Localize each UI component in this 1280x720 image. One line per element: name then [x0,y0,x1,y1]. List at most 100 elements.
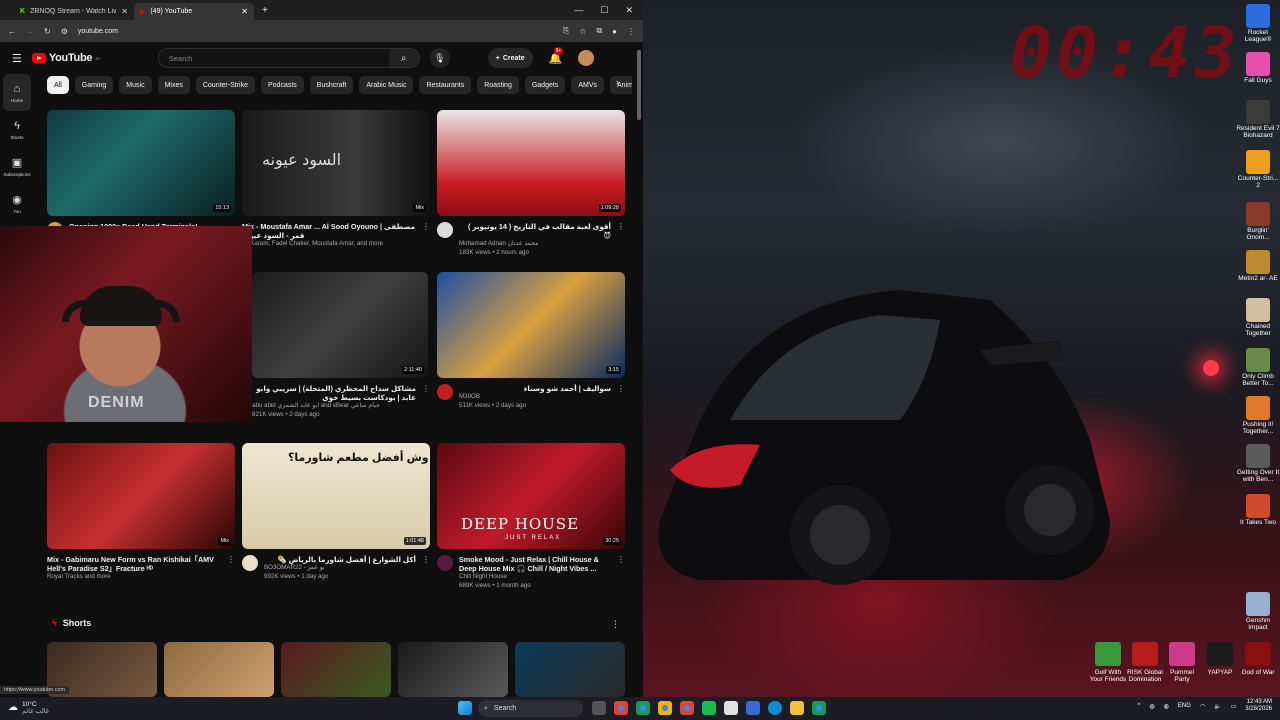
maximize-icon[interactable]: ☐ [600,5,608,16]
back-icon[interactable]: ← [8,27,16,36]
close-window-icon[interactable]: ✕ [625,5,633,16]
chip-mixes[interactable]: Mixes [157,76,190,94]
close-tab-icon[interactable]: ✕ [241,7,248,16]
chip-music[interactable]: Music [119,76,152,94]
video-thumbnail[interactable]: وش أفضل مطعم شاورما؟ 1:01:48 [242,443,430,549]
channel-avatar[interactable] [437,555,453,571]
desktop-icon-resident-evil[interactable]: Resident Evil 7 Biohazard [1236,100,1280,140]
close-tab-icon[interactable]: ✕ [121,7,128,16]
forward-icon[interactable]: → [26,27,34,36]
video-thumbnail[interactable]: 1:09:28 [437,110,625,216]
video-thumbnail[interactable]: Mix [47,443,235,549]
new-tab-icon[interactable]: + [262,5,268,16]
video-channel[interactable]: Mohamad Adnan محمد عدنان [459,240,611,249]
video-card[interactable]: وش أفضل مطعم شاورما؟ 1:01:48 أكل الشوارع … [242,443,430,581]
browser-tab-youtube[interactable]: ▶ (49) YouTube ✕ [134,3,254,20]
file-explorer-icon[interactable] [790,701,804,715]
video-thumbnail[interactable]: 3:15 [437,272,625,378]
desktop-icon-pushing-it[interactable]: Pushing it! Together... [1236,396,1280,436]
start-button-icon[interactable] [458,701,472,715]
youtube-logo[interactable]: YouTube JO [31,52,100,64]
chip-gaming[interactable]: Gaming [74,76,114,94]
video-card[interactable]: 15:13 Opening 1000x Dead Hand Terminals! [47,110,235,238]
video-thumbnail[interactable]: DEEP HOUSE JUST RELAX 30:25 [437,443,625,549]
sidebar-item-subscriptions[interactable]: ▣ Subscriptions [0,148,34,185]
app-taskbar-icon[interactable] [702,701,716,715]
video-title[interactable]: مشاكل سداح المحظري (المتحلة) | سريبي واب… [252,384,416,402]
volume-icon[interactable]: 🔈 [1214,703,1221,710]
video-card[interactable]: DEEP HOUSE JUST RELAX 30:25 Smoke Mood - J… [437,443,625,590]
chip-gadgets[interactable]: Gadgets [524,76,566,94]
desktop-icon-risk[interactable]: RISK Global Domination [1125,642,1165,683]
video-title[interactable]: Mix - Gabimaru New Form vs Ran Kishikai「… [47,555,221,573]
tray-chevron-icon[interactable]: ^ [1138,703,1141,709]
desktop-icon-rocket-league[interactable]: Rocket League® [1236,4,1280,44]
reload-icon[interactable]: ↻ [44,27,51,36]
weather-widget[interactable]: ☁ 10°C غالب غائم [0,701,200,716]
video-card[interactable]: 2:11:40 مشاكل سداح المحظري (المتحلة) | س… [252,272,430,419]
browser-tab-zrnoq[interactable]: K ZRNOQ Stream - Watch Live o ✕ [14,3,134,20]
wifi-icon[interactable]: ◠ [1200,703,1205,710]
search-icon[interactable]: ⌕ [388,49,419,67]
desktop-icon-fall-guys[interactable]: Fall Guys [1236,52,1280,85]
chip-podcasts[interactable]: Podcasts [261,76,304,94]
video-title[interactable]: أكل الشوارع | أفضل شاورما بالرياض 🌯 [264,555,416,564]
language-indicator[interactable]: ENG [1178,703,1191,709]
chrome-taskbar-icon[interactable] [636,701,650,715]
task-view-icon[interactable] [592,701,606,715]
sidebar-item-shorts[interactable]: ϟ Shorts [0,111,34,148]
chip-arabic-music[interactable]: Arabic Music [359,76,414,94]
hamburger-menu-icon[interactable]: ☰ [12,52,22,65]
video-channel[interactable]: Royal Tracks and more [47,573,221,582]
notifications-bell-icon[interactable]: 🔔 9+ [549,46,564,65]
video-thumbnail[interactable]: 2:11:40 [252,272,428,378]
shorts-more-options-icon[interactable]: ⋮ [611,619,620,630]
bookmark-star-icon[interactable]: ☆ [579,27,586,36]
video-thumbnail[interactable]: السود عيونه Mix [242,110,430,216]
desktop-icon-burglin-gnomes[interactable]: Burglin' Gnom... [1236,202,1280,242]
video-title[interactable]: Mix - Moustafa Amar ... Al Sood Oyouno |… [242,222,416,240]
site-info-icon[interactable]: ⚙ [61,27,68,36]
video-card[interactable]: 3:15 سواليف | أحمد شو وسناء M39OB 511K vie… [437,272,625,410]
video-channel[interactable]: abu abid ابو عابد الشمري and xBear جبام … [252,402,416,411]
more-options-icon[interactable]: ⋮ [617,555,625,590]
video-title[interactable]: سواليف | أحمد شو وسناء [459,384,611,393]
tray-app-icon[interactable]: ◍ [1149,703,1154,710]
chip-counter-strike[interactable]: Counter-Strike [195,76,255,94]
desktop-icon-genshin-impact[interactable]: Genshin Impact [1236,592,1280,632]
desktop-icon-god-of-war[interactable]: God of War [1238,642,1278,676]
chrome-taskbar-icon[interactable] [680,701,694,715]
extensions-icon[interactable]: ⧉ [596,26,602,36]
app-taskbar-icon[interactable] [746,701,760,715]
install-icon[interactable]: ⎘ [563,26,569,36]
chip-all[interactable]: All [47,76,69,94]
video-channel[interactable]: Chill Night House [459,573,611,582]
taskbar-clock[interactable]: 12:43 AM 3/28/2026 [1245,699,1272,713]
chrome-taskbar-icon[interactable] [614,701,628,715]
chip-restaurants[interactable]: Restaurants [419,76,472,94]
more-options-icon[interactable]: ⋮ [422,222,430,249]
video-channel[interactable]: es Karam, Fadel Chaker, Moustafa Amar, a… [242,240,416,249]
more-options-icon[interactable]: ⋮ [617,222,625,257]
tray-app-icon[interactable]: ◍ [1164,703,1169,710]
more-options-icon[interactable]: ⋮ [422,384,430,419]
page-scrollbar[interactable] [636,44,642,694]
profile-icon[interactable]: ● [612,27,617,36]
create-button[interactable]: + Create [487,48,533,68]
chip-bushcraft[interactable]: Bushcraft [309,76,354,94]
menu-dots-icon[interactable]: ⋮ [627,27,635,36]
desktop-icon-pummel-party[interactable]: Pummel Party [1162,642,1202,683]
sidebar-item-you[interactable]: ◉ You [0,185,34,222]
scrollbar-thumb[interactable] [637,50,641,120]
desktop-icon-chained-together[interactable]: Chained Together [1236,298,1280,338]
short-thumbnail[interactable] [398,642,508,697]
video-thumbnail[interactable]: 15:13 [47,110,235,216]
chrome-taskbar-icon[interactable] [812,701,826,715]
short-thumbnail[interactable] [281,642,391,697]
sidebar-item-home[interactable]: ⌂ Home [3,74,31,111]
microphone-icon[interactable]: 🎙 [429,48,450,68]
desktop-icon-getting-over-it[interactable]: Getting Over It with Ben... [1236,444,1280,484]
chip-roasting[interactable]: Roasting [477,76,519,94]
desktop-icon-only-climb[interactable]: Only Climb Better To... [1236,348,1280,388]
video-card[interactable]: Mix Mix - Gabimaru New Form vs Ran Kishi… [47,443,235,582]
